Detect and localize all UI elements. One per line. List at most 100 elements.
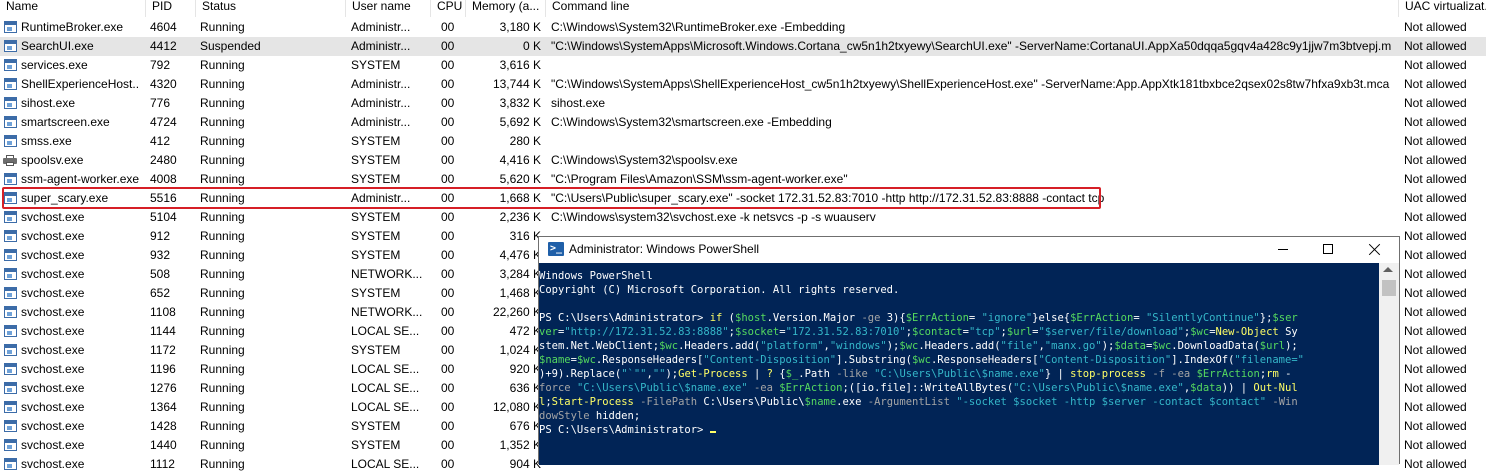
process-user: SYSTEM [351, 248, 401, 262]
process-memory: 22,260 K [492, 305, 541, 319]
process-user: Administr... [351, 115, 411, 129]
console-token: Get-Process [678, 368, 748, 380]
table-row[interactable]: services.exe 792 Running SYSTEM 00 3,616 K Not… [0, 56, 1486, 75]
minimize-icon [1278, 249, 1288, 250]
process-status: Running [200, 58, 245, 72]
console-token: }else{ [1032, 312, 1071, 324]
column-header-command-line[interactable]: Command line [546, 0, 1399, 17]
console-token: "Content-Disposition" [1038, 354, 1172, 366]
console-token: stem.Net.WebClient; [539, 340, 660, 352]
highlight-box [2, 187, 1101, 209]
process-uac: Not allowed [1404, 153, 1467, 167]
process-name: svchost.exe [21, 419, 85, 433]
console-output[interactable]: Windows PowerShell Copyright (C) Microsof… [539, 263, 1379, 465]
column-header-memory[interactable]: Memory (a... [466, 0, 546, 17]
process-icon [4, 458, 17, 470]
process-icon [4, 287, 17, 299]
process-pid: 1108 [150, 305, 176, 319]
minimize-button[interactable] [1260, 237, 1306, 263]
console-token: ); [886, 340, 900, 352]
table-row[interactable]: RuntimeBroker.exe 4604 Running Administr...… [0, 18, 1486, 37]
console-token: ); [1285, 340, 1298, 352]
console-token: "-socket $socket -http $server -contact … [956, 396, 1267, 408]
process-memory: 13,744 K [492, 77, 541, 91]
table-row[interactable]: sihost.exe 776 Running Administr... 00 3,832 … [0, 94, 1486, 113]
process-uac: Not allowed [1404, 267, 1467, 281]
console-token: $ErrAction [1070, 312, 1134, 324]
console-token: hidden; [589, 410, 641, 422]
process-uac: Not allowed [1404, 419, 1467, 433]
console-token: "platform" [760, 340, 824, 352]
console-token: -like [836, 368, 868, 380]
powershell-title-bar[interactable]: >_ Administrator: Windows PowerShell [539, 237, 1399, 263]
column-header-pid[interactable]: PID [146, 0, 196, 17]
process-name: svchost.exe [21, 229, 85, 243]
table-row[interactable]: smss.exe 412 Running SYSTEM 00 280 K Not allow… [0, 132, 1486, 151]
console-token: $url [1259, 340, 1286, 352]
powershell-window[interactable]: >_ Administrator: Windows PowerShell Win… [538, 236, 1400, 465]
process-uac: Not allowed [1404, 77, 1467, 91]
console-line: Copyright (C) Microsoft Corporation. All… [539, 283, 1379, 297]
process-icon [4, 135, 17, 147]
process-status: Running [200, 267, 245, 281]
console-token: = [968, 312, 982, 324]
process-user: SYSTEM [351, 286, 401, 300]
process-pid: 2480 [150, 153, 177, 167]
process-memory: 920 K [509, 362, 541, 376]
console-token: ver [539, 326, 558, 338]
console-token: "C:\Users\Public\$name.exe" [576, 382, 748, 394]
scrollbar-thumb[interactable] [1382, 280, 1396, 296]
process-pid: 912 [150, 229, 171, 243]
console-token: Copyright (C) Microsoft Corporation. All… [539, 284, 900, 296]
console-token: ( [722, 312, 735, 324]
process-command-line [551, 56, 1391, 75]
process-user: LOCAL SE... [351, 324, 420, 338]
maximize-button[interactable] [1305, 237, 1351, 263]
scroll-up-arrow-icon[interactable] [1383, 267, 1393, 272]
close-button[interactable] [1351, 237, 1397, 263]
process-icon [4, 21, 17, 33]
column-header-status[interactable]: Status [196, 0, 346, 17]
table-row[interactable]: smartscreen.exe 4724 Running Administr... 00… [0, 113, 1486, 132]
table-row[interactable]: svchost.exe 5104 Running SYSTEM 00 2,236 K C:\… [0, 208, 1486, 227]
process-user: NETWORK... [351, 267, 423, 281]
console-token: $data [1190, 382, 1222, 394]
process-user: SYSTEM [351, 58, 401, 72]
console-token: force [539, 382, 571, 394]
process-memory: 3,284 K [499, 267, 541, 281]
console-token: Out-Nul [1253, 382, 1298, 394]
console-token: )) | [1221, 382, 1254, 394]
console-token: }; [1259, 312, 1273, 324]
console-token: "C:\Users\Public\$name.exe" [1013, 382, 1184, 394]
console-token: PS C:\Users\Administrator> [539, 424, 710, 436]
table-row[interactable]: SearchUI.exe 4412 Suspended Administr... 00 0… [0, 37, 1486, 56]
column-header-cpu[interactable]: CPU [431, 0, 466, 17]
process-uac: Not allowed [1404, 286, 1467, 300]
console-line: )+9).Replace("`"","");Get-Process | ? {$… [539, 367, 1379, 381]
process-name: SearchUI.exe [21, 39, 94, 53]
process-name: svchost.exe [21, 438, 85, 452]
process-icon [4, 40, 17, 52]
process-uac: Not allowed [1404, 400, 1467, 414]
console-token: $contact [912, 326, 963, 338]
column-header-user[interactable]: User name [346, 0, 431, 17]
process-memory: 2,236 K [499, 210, 541, 224]
console-token: "file" [1000, 340, 1039, 352]
process-pid: 4412 [150, 39, 177, 53]
console-token: $wc [1152, 340, 1172, 352]
column-header-name[interactable]: Name [0, 0, 146, 17]
process-memory: 904 K [509, 457, 541, 471]
column-header-uac[interactable]: UAC virtualizat... [1399, 0, 1486, 17]
process-pid: 1364 [150, 400, 177, 414]
vertical-scrollbar[interactable] [1379, 263, 1399, 465]
process-pid: 4724 [150, 115, 177, 129]
process-memory: 676 K [509, 419, 541, 433]
console-token: .ResponseHeaders[ [595, 354, 704, 366]
console-token: C:\Users\Public\ [697, 396, 805, 408]
table-row[interactable]: spoolsv.exe 2480 Running SYSTEM 00 4,416 K C:\… [0, 151, 1486, 170]
process-memory: 636 K [509, 381, 541, 395]
table-row[interactable]: ShellExperienceHost.... 4320 Running Admini… [0, 75, 1486, 94]
process-icon [4, 97, 17, 109]
console-token: | [747, 368, 767, 380]
console-line: PS C:\Users\Administrator> if ($host.Ver… [539, 311, 1379, 325]
